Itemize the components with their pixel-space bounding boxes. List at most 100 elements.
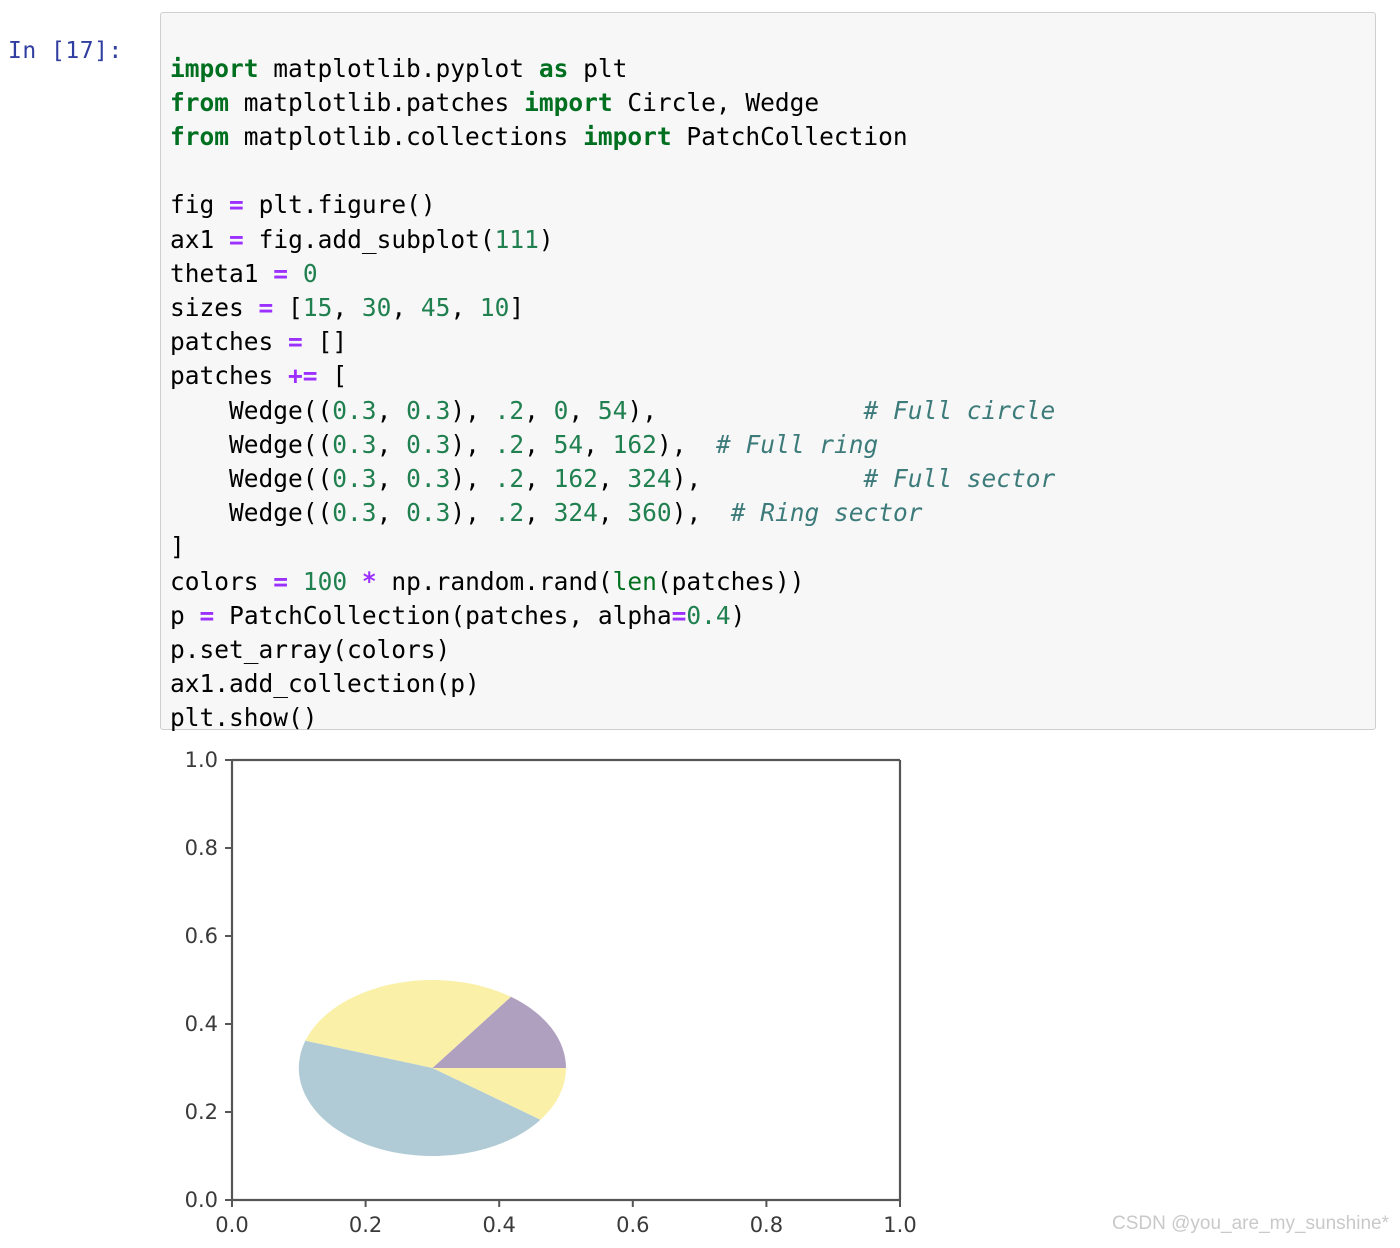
token-w3-t1: 162 <box>553 463 598 493</box>
token-import-keyword-3: import <box>583 121 672 151</box>
matplotlib-figure-output: 0.0 0.2 0.4 0.6 0.8 1.0 0.0 0.2 0.4 0.6 0.8 1.0 <box>0 740 1400 1248</box>
token-assign-6: = <box>273 566 289 596</box>
token-class-circle: Circle <box>627 87 716 117</box>
wedge-pie-plot: 0.0 0.2 0.4 0.6 0.8 1.0 0.0 0.2 0.4 0.6 0.8 1.0 <box>185 748 917 1237</box>
wedge-collection <box>298 980 566 1156</box>
x-tick-label-5: 1.0 <box>883 1213 916 1237</box>
token-var-sizes: sizes <box>170 292 244 322</box>
y-tick-label-4: 0.8 <box>185 836 218 860</box>
token-w4-t1: 324 <box>553 498 598 528</box>
comment-ring-sector: # Ring sector <box>730 498 923 528</box>
token-as-keyword: as <box>538 53 569 83</box>
token-w2-cy: 0.3 <box>406 429 451 459</box>
token-open-bracket: [ <box>332 361 348 391</box>
token-assign-1: = <box>229 190 244 220</box>
token-class-wedge: Wedge <box>745 87 820 117</box>
comment-full-sector: # Full sector <box>863 463 1056 493</box>
token-class-patchcollection: PatchCollection <box>686 121 908 151</box>
token-import-keyword-2: import <box>524 87 613 117</box>
token-w4-t2: 360 <box>627 498 672 528</box>
token-colors-scale: 100 <box>302 566 348 596</box>
token-alpha-kwarg: alpha <box>597 600 672 630</box>
token-wedge-call-2: Wedge <box>229 429 303 459</box>
token-assign-5: = <box>288 327 303 357</box>
y-axis-tick-labels: 0.0 0.2 0.4 0.6 0.8 1.0 <box>185 748 218 1212</box>
x-tick-label-1: 0.2 <box>349 1213 382 1237</box>
token-module-patches: matplotlib.patches <box>243 87 510 117</box>
token-w4-cx: 0.3 <box>332 498 377 528</box>
y-tick-label-1: 0.2 <box>185 1100 218 1124</box>
token-w3-r: .2 <box>494 463 525 493</box>
x-tick-label-4: 0.8 <box>750 1213 783 1237</box>
token-var-theta1: theta1 <box>170 258 259 288</box>
token-w4-cy: 0.3 <box>406 498 451 528</box>
token-var-fig: fig <box>170 190 215 220</box>
token-var-patches-1: patches <box>170 327 274 357</box>
comment-full-ring: # Full ring <box>715 429 879 459</box>
token-w3-t2: 324 <box>627 463 672 493</box>
token-rand-call: np.random.rand( <box>391 566 613 596</box>
token-assign-4: = <box>258 292 274 322</box>
token-assign-2: = <box>229 224 244 254</box>
token-alpha-value: 0.4 <box>686 600 731 630</box>
token-w4-r: .2 <box>494 498 525 528</box>
token-size-2: 30 <box>361 292 392 322</box>
token-w1-t2: 54 <box>597 395 628 425</box>
token-size-3: 45 <box>420 292 451 322</box>
token-theta1-value: 0 <box>302 258 318 288</box>
token-w1-t1: 0 <box>553 395 569 425</box>
watermark-text: CSDN @you_are_my_sunshine* <box>1112 1213 1389 1234</box>
y-tick-label-3: 0.6 <box>185 924 218 948</box>
token-add-collection-call: ax1.add_collection(p) <box>170 669 480 699</box>
token-close-bracket: ] <box>170 532 185 562</box>
token-patchcollection-call: PatchCollection <box>229 600 451 630</box>
token-alias-plt: plt <box>583 53 628 83</box>
token-star: * <box>361 566 377 596</box>
token-call-figure: plt.figure() <box>258 190 436 220</box>
token-w1-cx: 0.3 <box>332 395 377 425</box>
x-tick-label-2: 0.4 <box>482 1213 515 1237</box>
token-var-patches-3: patches <box>671 566 775 596</box>
token-var-patches-4: patches <box>465 600 569 630</box>
y-tick-label-0: 0.0 <box>185 1188 218 1212</box>
comment-full-circle: # Full circle <box>863 395 1056 425</box>
token-assign-3: = <box>273 258 289 288</box>
token-size-4: 10 <box>479 292 510 322</box>
y-tick-label-5: 1.0 <box>185 748 218 772</box>
token-w2-t2: 162 <box>612 429 657 459</box>
token-module-collections: matplotlib.collections <box>243 121 569 151</box>
token-wedge-call-4: Wedge <box>229 498 303 528</box>
token-w1-r: .2 <box>494 395 525 425</box>
token-w1-cy: 0.3 <box>406 395 451 425</box>
token-wedge-call-3: Wedge <box>229 463 303 493</box>
token-assign-8: = <box>671 600 687 630</box>
token-from-keyword-2: from <box>170 121 230 151</box>
plot-background <box>232 760 900 1200</box>
token-plus-equals: += <box>288 361 318 391</box>
token-set-array-call: p.set_array(colors) <box>170 634 451 664</box>
x-axis-tick-labels: 0.0 0.2 0.4 0.6 0.8 1.0 <box>215 1213 916 1237</box>
x-tick-label-3: 0.6 <box>616 1213 649 1237</box>
token-w2-cx: 0.3 <box>332 429 377 459</box>
x-tick-label-0: 0.0 <box>215 1213 248 1237</box>
token-import-keyword: import <box>170 53 259 83</box>
token-size-1: 15 <box>302 292 333 322</box>
token-assign-7: = <box>199 600 215 630</box>
token-var-ax1: ax1 <box>170 224 215 254</box>
execution-count-prompt: In [17]: <box>8 38 123 64</box>
token-var-colors: colors <box>170 566 259 596</box>
token-wedge-call-1: Wedge <box>229 395 303 425</box>
token-subplot-arg: 111 <box>494 224 539 254</box>
y-tick-label-2: 0.4 <box>185 1012 218 1036</box>
token-empty-list: [] <box>317 327 348 357</box>
token-builtin-len: len <box>612 566 657 596</box>
token-w3-cx: 0.3 <box>332 463 377 493</box>
token-var-patches-2: patches <box>170 361 274 391</box>
token-w2-t1: 54 <box>553 429 584 459</box>
code-editor-area[interactable]: import matplotlib.pyplot as plt from mat… <box>160 12 1376 732</box>
token-w3-cy: 0.3 <box>406 463 451 493</box>
source-code[interactable]: import matplotlib.pyplot as plt from mat… <box>170 52 1055 736</box>
token-show-call: plt.show() <box>170 703 318 733</box>
token-module-pyplot: matplotlib.pyplot <box>273 53 525 83</box>
token-call-add-subplot: fig.add_subplot( <box>258 224 495 254</box>
